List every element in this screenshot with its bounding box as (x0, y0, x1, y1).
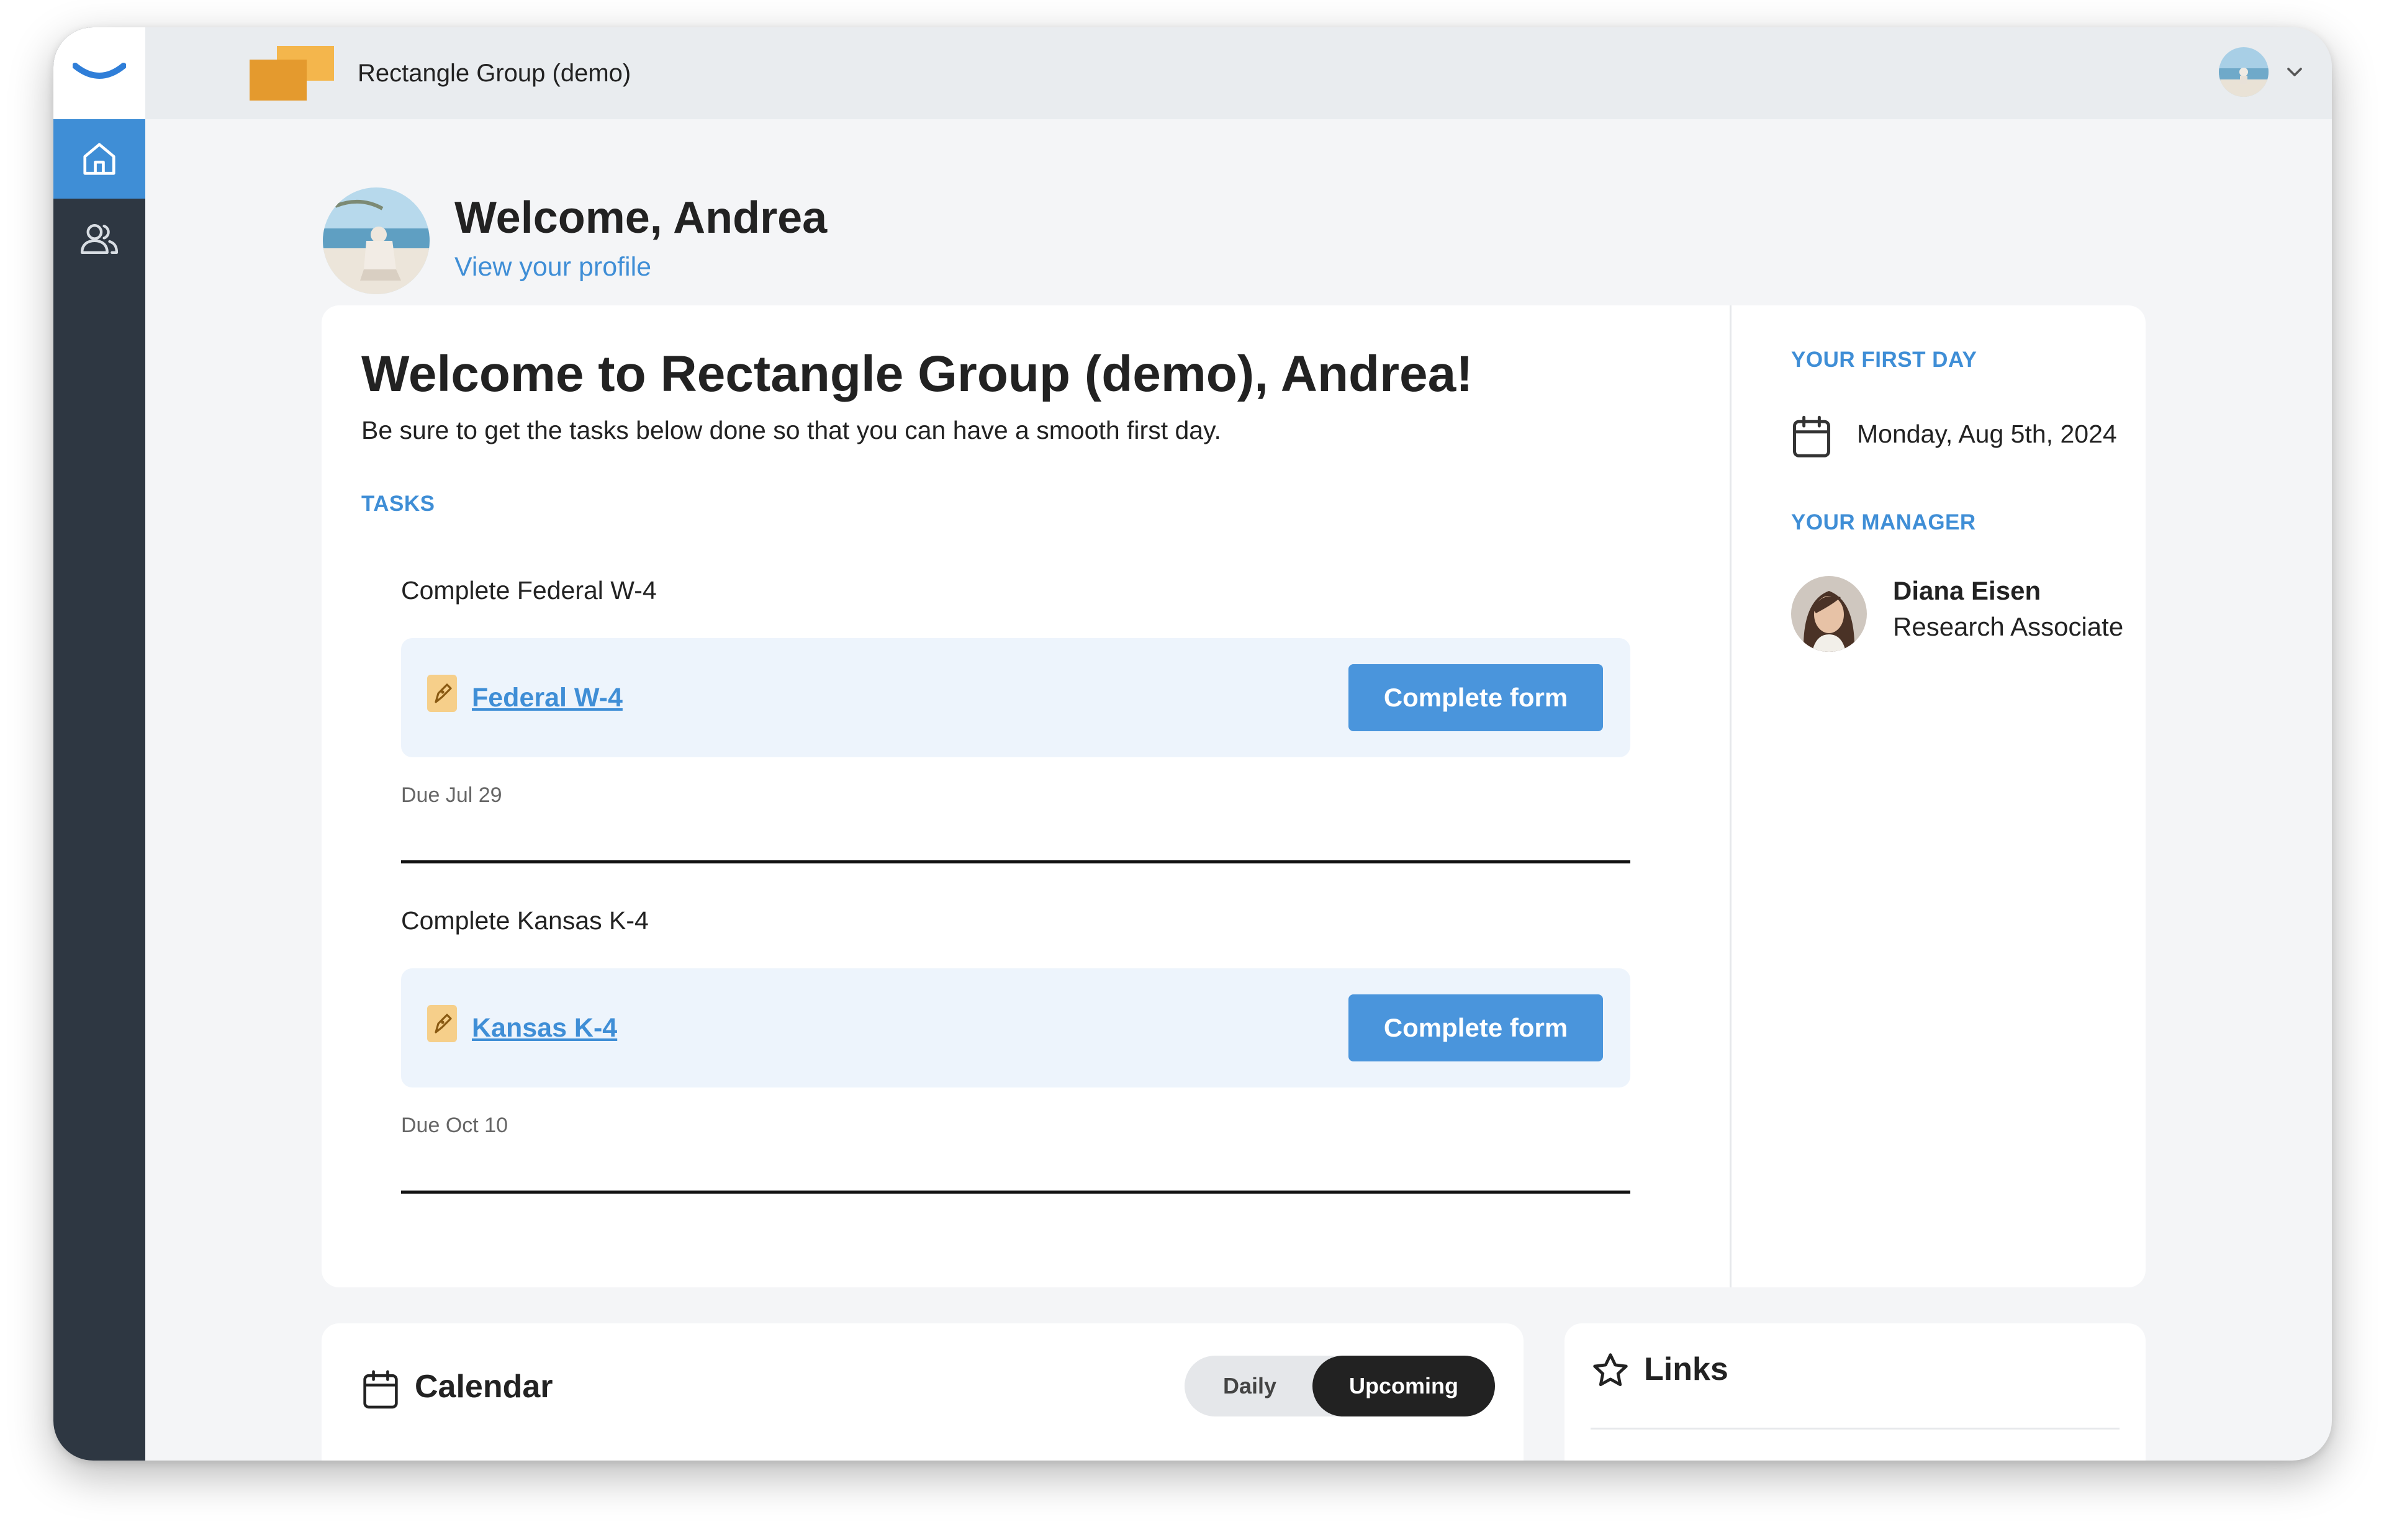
links-card: Links (1564, 1323, 2146, 1461)
toggle-upcoming[interactable]: Upcoming (1312, 1356, 1495, 1416)
sidebar (53, 27, 145, 1461)
welcome-heading: Welcome, Andrea (454, 193, 828, 243)
first-day-label: YOUR FIRST DAY (1791, 348, 1977, 372)
calendar-icon (1793, 415, 1830, 457)
task-form-row: Kansas K-4 Complete form (401, 968, 1630, 1087)
task-title: Complete Federal W-4 (401, 576, 657, 605)
links-divider (1591, 1428, 2120, 1430)
sidebar-item-people[interactable] (53, 199, 145, 278)
avatar-image (1791, 576, 1867, 652)
first-day-date: Monday, Aug 5th, 2024 (1857, 420, 2117, 448)
user-avatar[interactable] (2219, 47, 2269, 97)
onboarding-card: Welcome to Rectangle Group (demo), Andre… (322, 305, 2146, 1287)
toggle-daily[interactable]: Daily (1185, 1356, 1315, 1416)
onboarding-subtitle: Be sure to get the tasks below done so t… (361, 416, 1221, 444)
chevron-down-icon[interactable] (2282, 60, 2307, 84)
onboarding-main: Welcome to Rectangle Group (demo), Andre… (322, 305, 1730, 1287)
complete-form-button[interactable]: Complete form (1348, 994, 1603, 1061)
smile-logo-icon (73, 63, 126, 79)
app-logo[interactable] (53, 27, 145, 119)
top-bar: Rectangle Group (demo) (145, 27, 2332, 119)
complete-form-button[interactable]: Complete form (1348, 664, 1603, 731)
calendar-title: Calendar (415, 1369, 553, 1405)
task-title: Complete Kansas K-4 (401, 906, 649, 935)
calendar-icon (363, 1370, 398, 1409)
form-pen-icon (427, 1005, 457, 1042)
task-divider (401, 860, 1630, 863)
task-due-date: Due Jul 29 (401, 783, 502, 807)
company-name: Rectangle Group (demo) (358, 60, 631, 87)
view-profile-link[interactable]: View your profile (454, 252, 651, 282)
people-icon (80, 224, 119, 254)
links-title: Links (1644, 1351, 1728, 1387)
profile-avatar[interactable] (323, 187, 430, 294)
calendar-view-toggle: Daily Upcoming (1185, 1356, 1495, 1416)
app-window: Rectangle Group (demo) Welcome, Andrea V… (53, 27, 2332, 1461)
home-icon (83, 143, 115, 175)
form-pen-icon (427, 675, 457, 712)
task-divider (401, 1191, 1630, 1194)
main-content: Welcome, Andrea View your profile Welcom… (145, 119, 2332, 1461)
task-due-date: Due Oct 10 (401, 1114, 508, 1137)
form-link[interactable]: Federal W-4 (472, 638, 623, 757)
sidebar-item-home[interactable] (53, 119, 145, 199)
onboarding-title: Welcome to Rectangle Group (demo), Andre… (361, 346, 1473, 402)
manager-label: YOUR MANAGER (1791, 510, 1976, 534)
calendar-card: Calendar Daily Upcoming (322, 1323, 1524, 1461)
avatar-image (2219, 47, 2269, 97)
manager-avatar[interactable] (1791, 576, 1867, 652)
tasks-label: TASKS (361, 492, 435, 516)
company-logo-icon (250, 46, 334, 101)
manager-role: Research Associate (1893, 612, 2124, 641)
avatar-image (323, 187, 430, 294)
star-icon (1593, 1353, 1628, 1387)
onboarding-side-panel: YOUR FIRST DAY Monday, Aug 5th, 2024 YOU… (1730, 305, 2146, 1287)
form-link[interactable]: Kansas K-4 (472, 968, 617, 1087)
manager-name: Diana Eisen (1893, 576, 2041, 605)
task-form-row: Federal W-4 Complete form (401, 638, 1630, 757)
